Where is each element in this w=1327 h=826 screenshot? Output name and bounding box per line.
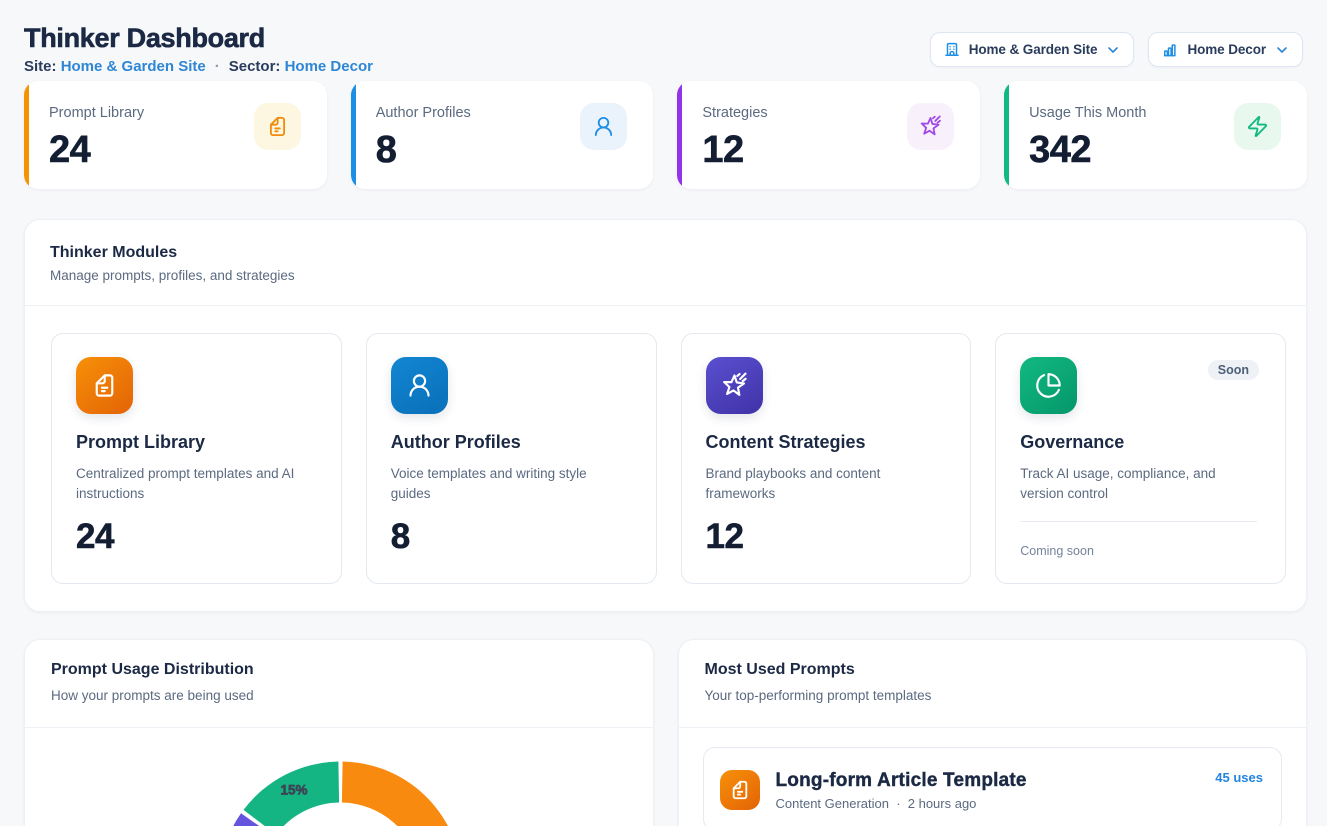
svg-text:15%: 15% <box>280 783 307 798</box>
